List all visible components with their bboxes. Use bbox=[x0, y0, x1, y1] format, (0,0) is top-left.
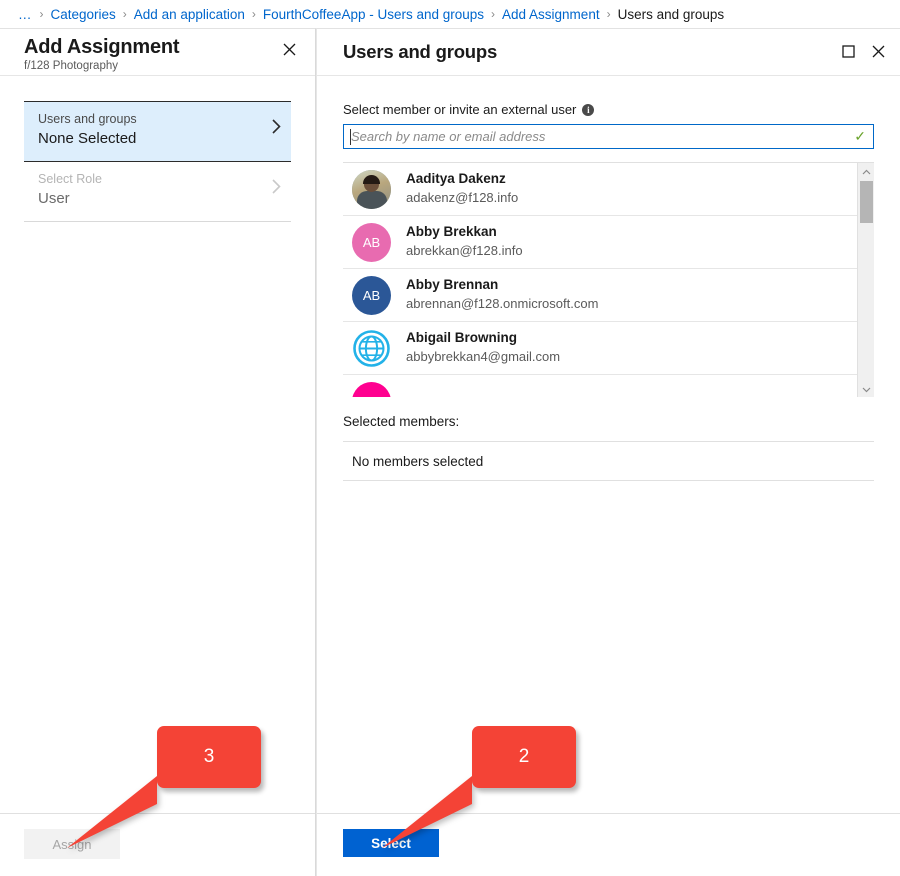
search-label: Select member or invite an external user bbox=[343, 102, 576, 117]
scrollbar-thumb[interactable] bbox=[860, 181, 873, 223]
selector-value: User bbox=[38, 188, 291, 210]
breadcrumb-item-categories[interactable]: Categories bbox=[51, 7, 116, 22]
search-box[interactable]: ✓ bbox=[343, 124, 874, 149]
avatar bbox=[352, 170, 391, 209]
user-info: Aaditya Dakenz adakenz@f128.info bbox=[406, 171, 518, 206]
user-email: abrennan@f128.onmicrosoft.com bbox=[406, 296, 598, 312]
user-name: Abby Brekkan bbox=[406, 224, 523, 241]
user-email: abbybrekkan4@gmail.com bbox=[406, 349, 560, 365]
callout-bubble: 3 bbox=[157, 726, 261, 788]
search-label-row: Select member or invite an external user… bbox=[343, 102, 874, 117]
member-search-area: Select member or invite an external user… bbox=[317, 76, 900, 149]
avatar: AB bbox=[352, 276, 391, 315]
callout-marker-2: 2 bbox=[472, 726, 576, 788]
breadcrumb-separator: › bbox=[607, 7, 611, 21]
users-and-groups-header: Users and groups bbox=[317, 29, 900, 76]
app-root: … › Categories › Add an application › Fo… bbox=[0, 0, 900, 876]
callout-number: 3 bbox=[204, 746, 215, 768]
assignment-selector-list: Users and groups None Selected Select Ro… bbox=[24, 101, 291, 222]
user-info: Abigail Browning abbybrekkan4@gmail.com bbox=[406, 330, 560, 365]
user-info: Abby Brennan abrennan@f128.onmicrosoft.c… bbox=[406, 277, 598, 312]
breadcrumb-separator: › bbox=[40, 7, 44, 21]
page-subtitle: f/128 Photography bbox=[24, 60, 315, 72]
user-results-list: Aaditya Dakenz adakenz@f128.info AB Abby… bbox=[343, 162, 874, 397]
blade-title: Users and groups bbox=[343, 40, 900, 64]
selected-members-section: Selected members: No members selected bbox=[343, 414, 874, 481]
user-email: abrekkan@f128.info bbox=[406, 243, 523, 259]
info-icon[interactable]: i bbox=[582, 104, 594, 116]
checkmark-icon: ✓ bbox=[854, 128, 866, 144]
callout-bubble: 2 bbox=[472, 726, 576, 788]
avatar-initials: AB bbox=[363, 235, 380, 250]
list-item[interactable]: AB Abby Brennan abrennan@f128.onmicrosof… bbox=[343, 269, 859, 322]
chevron-right-icon bbox=[272, 119, 281, 139]
breadcrumb-separator: › bbox=[491, 7, 495, 21]
breadcrumb-item-fourthcoffeeapp[interactable]: FourthCoffeeApp - Users and groups bbox=[263, 7, 484, 22]
breadcrumb-item-add-an-application[interactable]: Add an application bbox=[134, 7, 245, 22]
breadcrumb-item-add-assignment[interactable]: Add Assignment bbox=[502, 7, 600, 22]
user-info: Abby Brekkan abrekkan@f128.info bbox=[406, 224, 523, 259]
selector-label: Select Role bbox=[38, 171, 291, 188]
add-assignment-header: Add Assignment f/128 Photography bbox=[0, 29, 315, 76]
user-name: Abigail Browning bbox=[406, 330, 560, 347]
close-icon[interactable] bbox=[277, 37, 301, 61]
maximize-icon[interactable] bbox=[836, 39, 860, 63]
close-icon[interactable] bbox=[866, 39, 890, 63]
text-caret bbox=[350, 129, 351, 145]
globe-icon bbox=[352, 329, 391, 368]
callout-number: 2 bbox=[519, 746, 530, 768]
chevron-right-icon bbox=[272, 179, 281, 199]
selector-users-and-groups[interactable]: Users and groups None Selected bbox=[24, 102, 291, 162]
user-name: Abby Brennan bbox=[406, 277, 598, 294]
breadcrumb-separator: › bbox=[252, 7, 256, 21]
user-email: adakenz@f128.info bbox=[406, 190, 518, 206]
search-input[interactable] bbox=[344, 125, 873, 148]
callout-marker-3: 3 bbox=[157, 726, 261, 788]
breadcrumb: … › Categories › Add an application › Fo… bbox=[0, 0, 900, 28]
list-item[interactable]: AB Abby Brekkan abrekkan@f128.info bbox=[343, 216, 859, 269]
breadcrumb-item-users-and-groups: Users and groups bbox=[618, 7, 725, 22]
selector-label: Users and groups bbox=[38, 111, 291, 128]
page-title: Add Assignment bbox=[24, 35, 315, 59]
list-item[interactable] bbox=[343, 375, 859, 397]
scroll-up-icon[interactable] bbox=[858, 163, 874, 180]
selected-members-empty: No members selected bbox=[343, 441, 874, 481]
selector-select-role[interactable]: Select Role User bbox=[24, 162, 291, 222]
scroll-down-icon[interactable] bbox=[858, 381, 874, 397]
list-item[interactable]: Aaditya Dakenz adakenz@f128.info bbox=[343, 163, 859, 216]
list-item[interactable]: Abigail Browning abbybrekkan4@gmail.com bbox=[343, 322, 859, 375]
user-name: Aaditya Dakenz bbox=[406, 171, 518, 188]
breadcrumb-ellipsis[interactable]: … bbox=[18, 7, 33, 22]
selector-value: None Selected bbox=[38, 128, 291, 150]
avatar-initials: AB bbox=[363, 288, 380, 303]
avatar bbox=[352, 382, 391, 398]
selected-members-label: Selected members: bbox=[343, 414, 874, 429]
user-list-inner: Aaditya Dakenz adakenz@f128.info AB Abby… bbox=[343, 163, 859, 397]
avatar: AB bbox=[352, 223, 391, 262]
list-scrollbar[interactable] bbox=[857, 163, 874, 397]
breadcrumb-separator: › bbox=[123, 7, 127, 21]
